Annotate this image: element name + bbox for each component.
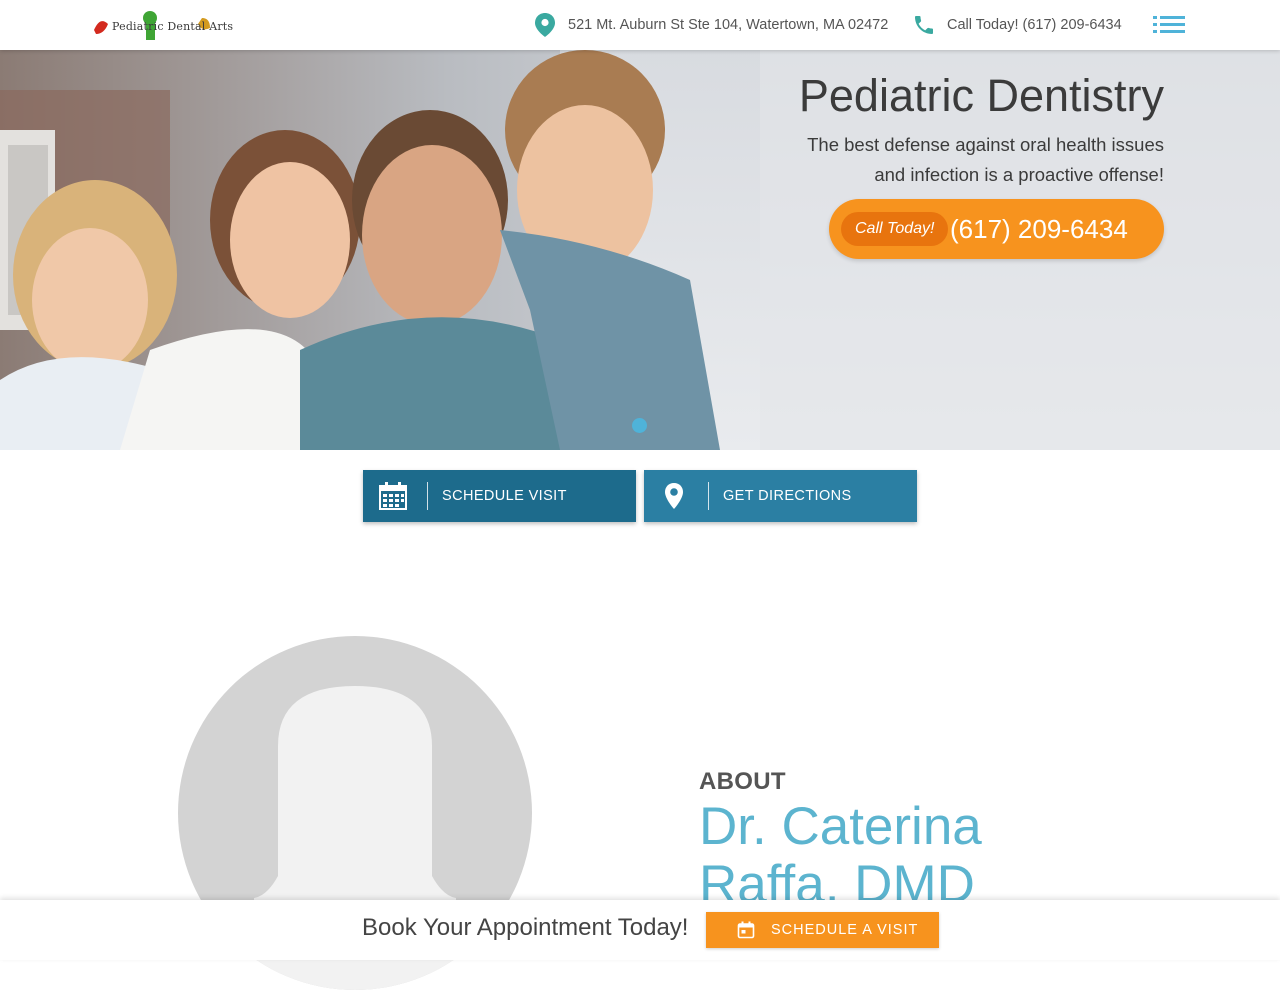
call-today-phone: (617) 209-6434 (950, 214, 1128, 244)
logo[interactable]: Pediatric Dental Arts (90, 8, 233, 44)
slider-dot[interactable] (632, 418, 647, 433)
calendar-icon (379, 482, 407, 510)
site-header: Pediatric Dental Arts 521 Mt. Auburn St … (0, 0, 1280, 50)
menu-list-icon (1153, 16, 1185, 33)
booking-text: Book Your Appointment Today! (362, 914, 689, 941)
phone-text: Call Today! (617) 209-6434 (947, 17, 1122, 33)
phone-icon (915, 16, 933, 34)
call-today-label: Call Today! (841, 212, 949, 246)
get-directions-label: GET DIRECTIONS (723, 488, 852, 504)
button-divider (708, 482, 709, 510)
location-pin-icon (535, 13, 555, 37)
logo-text: Pediatric Dental Arts (112, 20, 234, 33)
doctor-name: Dr. Caterina Raffa, DMD (699, 797, 982, 914)
calendar-icon (737, 921, 755, 939)
call-today-button[interactable]: Call Today! (617) 209-6434 (829, 199, 1164, 259)
schedule-visit-label: SCHEDULE VISIT (442, 488, 567, 504)
schedule-visit-button[interactable]: SCHEDULE VISIT (363, 470, 636, 522)
header-address[interactable]: 521 Mt. Auburn St Ste 104, Watertown, MA… (533, 0, 888, 50)
address-text: 521 Mt. Auburn St Ste 104, Watertown, MA… (568, 17, 889, 33)
header-phone[interactable]: Call Today! (617) 209-6434 (912, 0, 1122, 50)
hero-title: Pediatric Dentistry (798, 70, 1164, 121)
hero-banner: Pediatric Dentistry The best defense aga… (0, 50, 1280, 450)
schedule-a-visit-button[interactable]: SCHEDULE A VISIT (706, 912, 939, 948)
booking-bar: Book Your Appointment Today! SCHEDULE A … (0, 900, 1280, 960)
menu-button[interactable] (1150, 11, 1188, 39)
hero-subtitle: The best defense against oral health iss… (807, 134, 1164, 185)
schedule-a-visit-label: SCHEDULE A VISIT (771, 922, 919, 938)
button-divider (427, 482, 428, 510)
get-directions-button[interactable]: GET DIRECTIONS (644, 470, 917, 522)
about-kicker: ABOUT (699, 768, 786, 795)
map-pin-icon (665, 483, 683, 509)
